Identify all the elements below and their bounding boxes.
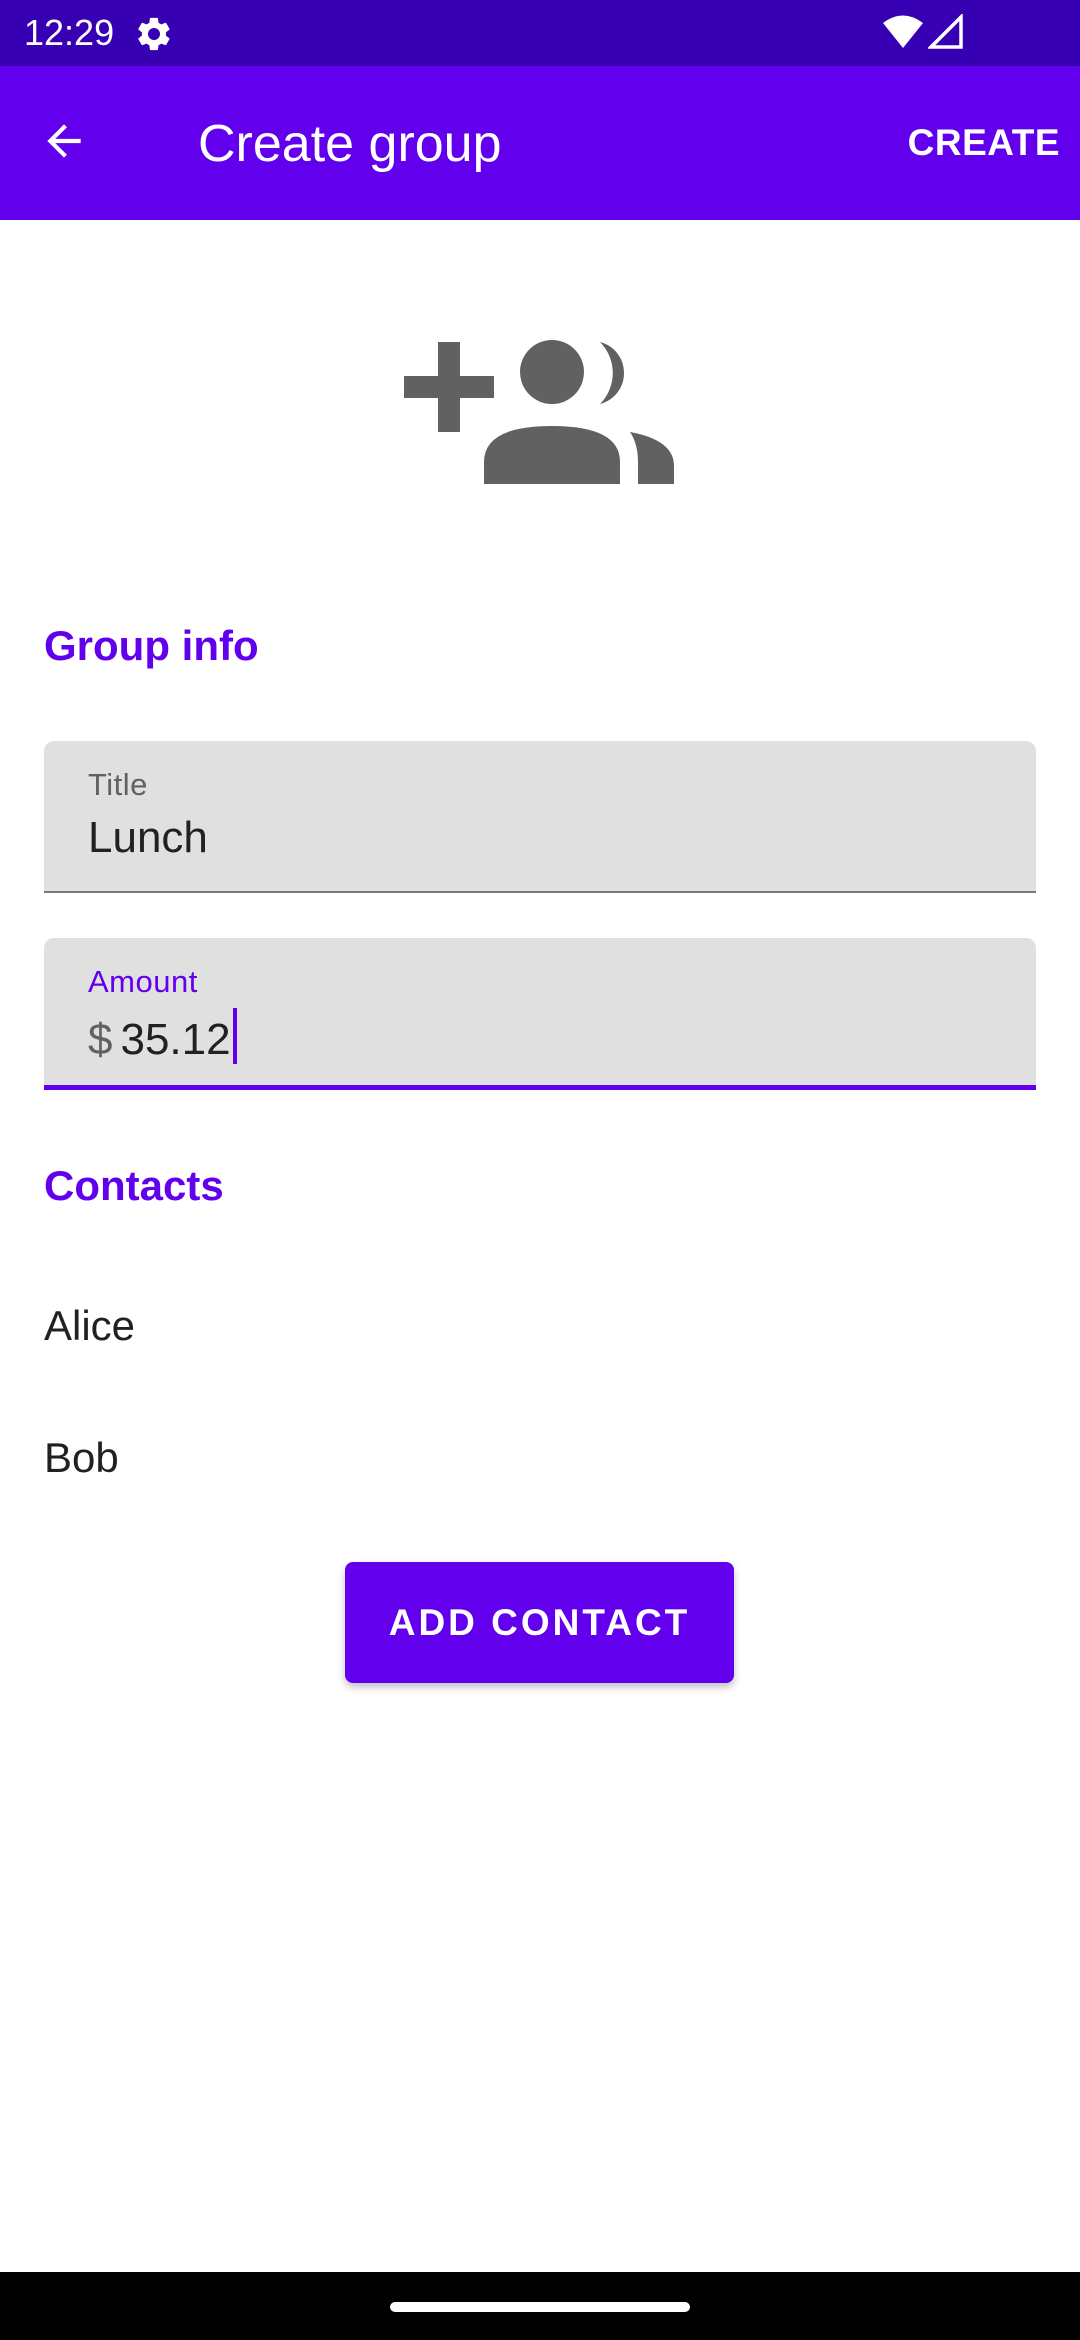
amount-field-underline [44,1085,1036,1090]
add-contact-button[interactable]: ADD CONTACT [345,1562,734,1683]
group-add-icon [404,336,674,486]
create-button[interactable]: CREATE [908,120,1060,166]
amount-field-value-row: $35.12 [88,1008,237,1067]
home-handle[interactable] [390,2302,690,2312]
title-field[interactable]: Title Lunch [44,741,1036,893]
page-title: Create group [198,115,502,173]
group-info-header: Group info [44,622,259,669]
wifi-icon [882,14,924,50]
app-bar: Create group CREATE [0,66,1080,220]
arrow-back-icon [39,116,89,171]
contacts-header: Contacts [44,1162,224,1209]
currency-prefix: $ [88,1015,113,1064]
amount-field-label: Amount [88,964,198,999]
status-time: 12:29 [24,12,115,53]
status-bar: 12:29 [0,0,1080,66]
amount-field[interactable]: Amount $35.12 [44,938,1036,1090]
title-field-value: Lunch [88,813,208,862]
text-cursor [232,1008,237,1064]
title-field-label: Title [88,767,148,802]
navigation-bar [0,2272,1080,2340]
amount-field-value: 35.12 [120,1015,231,1064]
signal-icon [926,12,964,50]
settings-icon [134,14,174,54]
list-item[interactable]: Alice [44,1300,135,1352]
title-field-underline [44,891,1036,893]
back-button[interactable] [24,103,104,183]
list-item[interactable]: Bob [44,1432,119,1484]
